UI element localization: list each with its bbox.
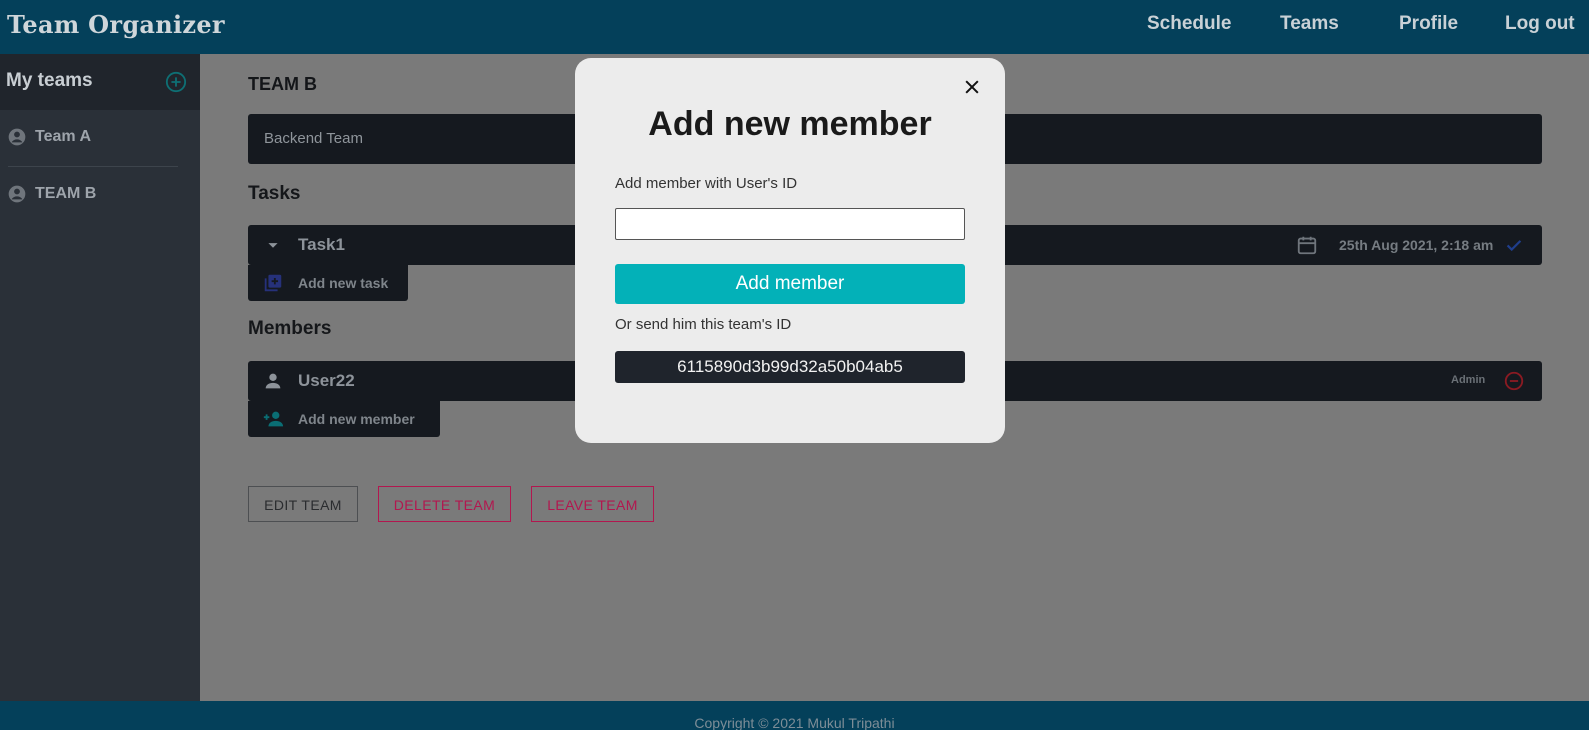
task-date: 25th Aug 2021, 2:18 am xyxy=(1339,237,1494,253)
add-member-modal: Add new member Add member with User's ID… xyxy=(575,58,1005,443)
members-heading: Members xyxy=(248,318,332,339)
sidebar-title: My teams xyxy=(6,70,93,91)
delete-team-button[interactable]: DELETE TEAM xyxy=(378,486,511,522)
team-title: TEAM B xyxy=(248,74,317,94)
member-role: Admin xyxy=(1451,374,1486,386)
add-team-icon[interactable] xyxy=(165,71,187,93)
add-box-icon xyxy=(264,274,282,292)
footer: Copyright © 2021 Mukul Tripathi xyxy=(0,701,1589,730)
sidebar-item-label: Team A xyxy=(35,128,92,145)
modal-title: Add new member xyxy=(648,105,932,143)
leave-team-button[interactable]: LEAVE TEAM xyxy=(531,486,654,522)
nav-schedule[interactable]: Schedule xyxy=(1147,13,1231,35)
person-icon xyxy=(265,373,281,389)
sidebar: My teams Team A TEAM B xyxy=(0,54,200,701)
nav-logout[interactable]: Log out xyxy=(1505,13,1575,35)
calendar-icon xyxy=(1297,236,1317,255)
sidebar-item-team-b[interactable]: TEAM B xyxy=(0,167,200,219)
nav-teams[interactable]: Teams xyxy=(1280,13,1339,35)
dropdown-arrow-icon[interactable] xyxy=(262,234,284,256)
remove-member-icon[interactable] xyxy=(1503,370,1525,392)
account-circle-icon xyxy=(8,128,26,146)
account-circle-icon xyxy=(8,185,26,203)
user-id-label: Add member with User's ID xyxy=(615,175,798,192)
member-name: User22 xyxy=(298,371,355,390)
share-id-label: Or send him this team's ID xyxy=(615,316,792,333)
add-member-submit-button[interactable]: Add member xyxy=(615,264,965,304)
edit-team-button[interactable]: EDIT TEAM xyxy=(248,486,358,522)
sidebar-item-label: TEAM B xyxy=(35,185,97,202)
team-description: Backend Team xyxy=(264,130,363,147)
footer-copyright: Copyright © 2021 Mukul Tripathi xyxy=(694,715,895,730)
add-member-button[interactable]: Add new member xyxy=(248,401,440,437)
add-task-button[interactable]: Add new task xyxy=(248,265,408,301)
team-id-display[interactable]: 6115890d3b99d32a50b04ab5 xyxy=(615,351,965,383)
person-add-icon xyxy=(263,411,284,427)
close-icon[interactable] xyxy=(962,77,982,97)
tasks-heading: Tasks xyxy=(248,183,301,204)
sidebar-header: My teams xyxy=(0,54,200,110)
app-brand[interactable]: Team Organizer xyxy=(7,10,225,39)
checkmark-icon[interactable] xyxy=(1503,234,1525,256)
top-nav-bar: Team Organizer Schedule Teams Profile Lo… xyxy=(0,0,1589,54)
add-task-label: Add new task xyxy=(298,275,389,291)
user-id-input[interactable] xyxy=(615,208,965,240)
nav-profile[interactable]: Profile xyxy=(1399,13,1458,35)
add-member-label: Add new member xyxy=(298,411,415,427)
task-name: Task1 xyxy=(298,235,345,254)
sidebar-item-team-a[interactable]: Team A xyxy=(0,110,200,162)
